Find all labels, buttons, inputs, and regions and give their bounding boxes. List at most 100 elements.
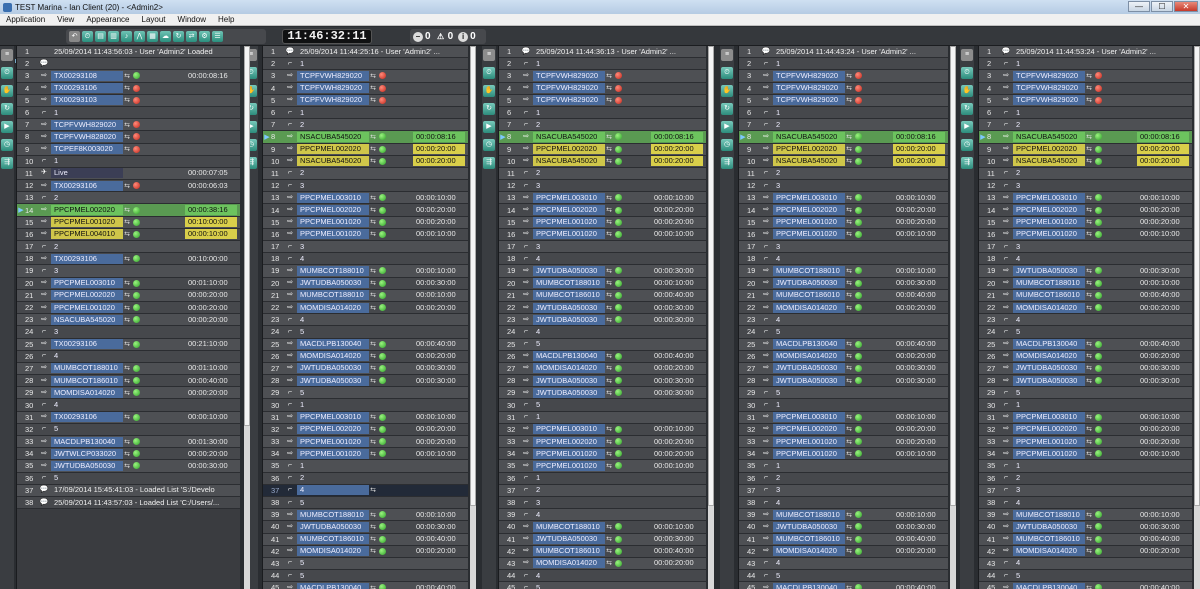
sync-icon[interactable]: ↻ (1, 103, 13, 115)
bell-icon[interactable]: ♪ (121, 31, 132, 42)
playlist-row[interactable]: 26 ⇨ MOMDISA014020 ⇆ 00:00:20:00 (739, 350, 948, 363)
playlist-row[interactable]: 38 ⌐ 5 (263, 496, 468, 510)
playlist-row[interactable]: 36 ⌐ 1 (499, 472, 706, 485)
swap-icon[interactable]: ⇆ (1085, 291, 1093, 299)
playlist-row[interactable]: 21 ⇨ PPCPMEL002020 ⇆ 00:00:20:00 (17, 289, 240, 302)
swap-icon[interactable]: ⇆ (845, 425, 853, 433)
playlist-row[interactable]: 23 ⌐ 4 (263, 314, 468, 327)
playlist-row[interactable]: 10 ⇨ NSACUBA545020 ⇆ 00:00:20:00 (979, 155, 1192, 168)
playlist-row[interactable]: 17 ⌐ 2 (17, 241, 240, 254)
playlist-row[interactable]: 19 ⇨ MUMBCOT188010 ⇆ 00:00:10:00 (263, 265, 468, 278)
swap-icon[interactable]: ⇆ (845, 267, 853, 275)
playlist-row[interactable]: 22 ⇨ MOMDISA014020 ⇆ 00:00:20:00 (739, 301, 948, 315)
playlist-row[interactable]: 40 ⇨ JWTUDBA050030 ⇆ 00:00:30:00 (979, 521, 1192, 534)
swap-icon[interactable]: ⇆ (845, 523, 853, 531)
hand-icon[interactable]: ✋ (961, 85, 973, 97)
swap-icon[interactable]: ⇆ (605, 218, 613, 226)
playlist-row[interactable]: 34 ⇨ JWTWLCP033020 ⇆ 00:00:20:00 (17, 448, 240, 461)
playlist-row[interactable]: 10 ⌐ 1 (17, 155, 240, 168)
swap-icon[interactable]: ⇆ (123, 450, 131, 458)
sync-icon[interactable]: ↻ (483, 103, 495, 115)
swap-icon[interactable]: ⇆ (369, 304, 377, 312)
playlist-row[interactable]: 6 ⌐ 1 (499, 106, 706, 120)
media-icon[interactable]: ▥ (108, 31, 119, 42)
swap-icon[interactable]: ⇆ (605, 377, 613, 385)
playlist-row[interactable]: 11 ⌐ 2 (499, 167, 706, 181)
playlist-row[interactable]: 29 ⌐ 5 (739, 387, 948, 400)
playlist-row[interactable]: 18 ⌐ 4 (979, 253, 1192, 266)
playlist-row[interactable]: 28 ⇨ JWTUDBA050030 ⇆ 00:00:30:00 (979, 375, 1192, 388)
hand-icon[interactable]: ✋ (721, 85, 733, 97)
playlist-row[interactable]: 30 ⌐ 1 (739, 399, 948, 412)
playlist-row[interactable]: 25 ⇨ MACDLPB130040 ⇆ 00:00:40:00 (739, 338, 948, 351)
playlist-row[interactable]: 22 ⇨ JWTUDBA050030 ⇆ 00:00:30:00 (499, 301, 706, 315)
swap-icon[interactable]: ⇆ (605, 389, 613, 397)
playlist-row[interactable]: 22 ⇨ MOMDISA014020 ⇆ 00:00:20:00 (979, 301, 1192, 315)
playlist-row[interactable]: 33 ⇨ PPCPMEL001020 ⇆ 00:00:20:00 (263, 436, 468, 449)
menu-view[interactable]: View (57, 15, 74, 24)
playlist-row[interactable]: ▶ 8 ⇨ NSACUBA545020 ⇆ 00:00:08:16 (979, 131, 1192, 144)
scrollbar-thumb[interactable] (470, 46, 476, 506)
playlist-row[interactable]: 7 ⌐ 2 (499, 119, 706, 132)
swap-icon[interactable]: ⇆ (1085, 194, 1093, 202)
playlist-row[interactable]: 28 ⇨ MUMBCOT186010 ⇆ 00:00:40:00 (17, 375, 240, 388)
swap-icon[interactable]: ⇆ (845, 438, 853, 446)
playlist-row[interactable]: 38 💬 25/09/2014 11:43:57:03 - Loaded List … (17, 496, 240, 510)
playlist-row[interactable]: 45 ⇨ MACDLPB130040 ⇆ 00:00:40:00 (263, 582, 468, 589)
scrollbar-thumb[interactable] (950, 46, 956, 506)
playlist-row[interactable]: 3 ⇨ TCPFVWH829020 ⇆ (499, 70, 706, 83)
playlist-row[interactable]: 12 ⌐ 3 (979, 180, 1192, 193)
playlist-row[interactable]: 18 ⌐ 4 (263, 253, 468, 266)
playlist-row[interactable]: 15 ⇨ PPCPMEL001020 ⇆ 00:10:00:00 (17, 216, 240, 229)
menu-layout[interactable]: Layout (142, 15, 166, 24)
playlist-row[interactable]: 15 ⇨ PPCPMEL001020 ⇆ 00:00:20:00 (979, 216, 1192, 229)
playlist-row[interactable]: 5 ⇨ TCPFVWH829020 ⇆ (263, 94, 468, 107)
swap-icon[interactable]: ⇆ (845, 413, 853, 421)
split-icon[interactable]: ⇶ (721, 157, 733, 169)
swap-icon[interactable]: ⇆ (845, 511, 853, 519)
playlist-row[interactable]: 27 ⇨ MOMDISA014020 ⇆ 00:00:20:00 (499, 362, 706, 376)
playlist-row[interactable]: 26 ⇨ MOMDISA014020 ⇆ 00:00:20:00 (263, 350, 468, 363)
playlist-row[interactable]: 39 ⇨ MUMBCOT188010 ⇆ 00:00:10:00 (739, 509, 948, 522)
swap-icon[interactable]: ⇆ (1085, 377, 1093, 385)
error-icon[interactable]: – (413, 31, 423, 42)
swap-icon[interactable]: ⇆ (605, 194, 613, 202)
playlist-row[interactable]: 32 ⇨ PPCPMEL002020 ⇆ 00:00:20:00 (739, 423, 948, 436)
playlist-row[interactable]: 6 ⌐ 1 (979, 106, 1192, 120)
playlist-row[interactable]: 16 ⇨ PPCPMEL001020 ⇆ 00:00:10:00 (263, 228, 468, 241)
playlist-row[interactable]: 22 ⇨ MOMDISA014020 ⇆ 00:00:20:00 (263, 301, 468, 315)
playlist-row[interactable]: 26 ⌐ 4 (17, 350, 240, 363)
swap-icon[interactable]: ⇆ (1085, 96, 1093, 104)
playlist-row[interactable]: 24 ⌐ 5 (263, 326, 468, 339)
swap-icon[interactable]: ⇆ (605, 364, 613, 372)
playlist-row[interactable]: 35 ⌐ 1 (263, 460, 468, 473)
swap-icon[interactable]: ⇆ (605, 145, 613, 153)
playlist-row[interactable]: 12 ⌐ 3 (499, 180, 706, 193)
playlist-row[interactable]: 14 ⇨ PPCPMEL002020 ⇆ 00:00:20:00 (979, 204, 1192, 217)
playlist-row[interactable]: 2 ⌐ 1 (979, 58, 1192, 71)
swap-icon[interactable]: ⇆ (1085, 547, 1093, 555)
playlist-row[interactable]: 42 ⇨ MOMDISA014020 ⇆ 00:00:20:00 (739, 545, 948, 558)
list-icon[interactable]: ☰ (212, 31, 223, 42)
swap-icon[interactable]: ⇆ (1085, 230, 1093, 238)
playlist-row[interactable]: 14 ⇨ PPCPMEL002020 ⇆ 00:00:20:00 (499, 204, 706, 217)
swap-icon[interactable]: ⇆ (123, 438, 131, 446)
swap-icon[interactable]: ⇆ (845, 291, 853, 299)
playlist-row[interactable]: 41 ⇨ MUMBCOT186010 ⇆ 00:00:40:00 (263, 533, 468, 546)
playlist-row[interactable]: 37 💬 17/09/2014 15:45:41:03 - Loaded List … (17, 484, 240, 497)
playlist-row[interactable]: 22 ⇨ PPCPMEL001020 ⇆ 00:00:20:00 (17, 301, 240, 315)
playlist-row[interactable]: 33 ⇨ PPCPMEL001020 ⇆ 00:00:20:00 (979, 436, 1192, 449)
playlist-row[interactable]: 44 ⌐ 5 (739, 570, 948, 583)
playlist-row[interactable]: 37 ⌐ 4 ⇆ (263, 484, 468, 497)
playlist-row[interactable]: 25 ⇨ MACDLPB130040 ⇆ 00:00:40:00 (263, 338, 468, 351)
swap-icon[interactable]: ⇆ (1085, 304, 1093, 312)
panel-scrollbar[interactable] (244, 46, 250, 589)
swap-icon[interactable]: ⇆ (123, 389, 131, 397)
timer-icon[interactable]: ◷ (483, 139, 495, 151)
transfer-icon[interactable]: ⇄ (186, 31, 197, 42)
playlist-row[interactable]: 7 ⌐ 2 (979, 119, 1192, 132)
playlist-row[interactable]: 26 ⇨ MOMDISA014020 ⇆ 00:00:20:00 (979, 350, 1192, 363)
playlist-row[interactable]: 1 💬 25/09/2014 11:44:43:24 - User 'Admin2'… (739, 46, 948, 59)
playlist-row[interactable]: 18 ⌐ 4 (739, 253, 948, 266)
playlist-row[interactable]: 30 ⌐ 4 (17, 399, 240, 412)
